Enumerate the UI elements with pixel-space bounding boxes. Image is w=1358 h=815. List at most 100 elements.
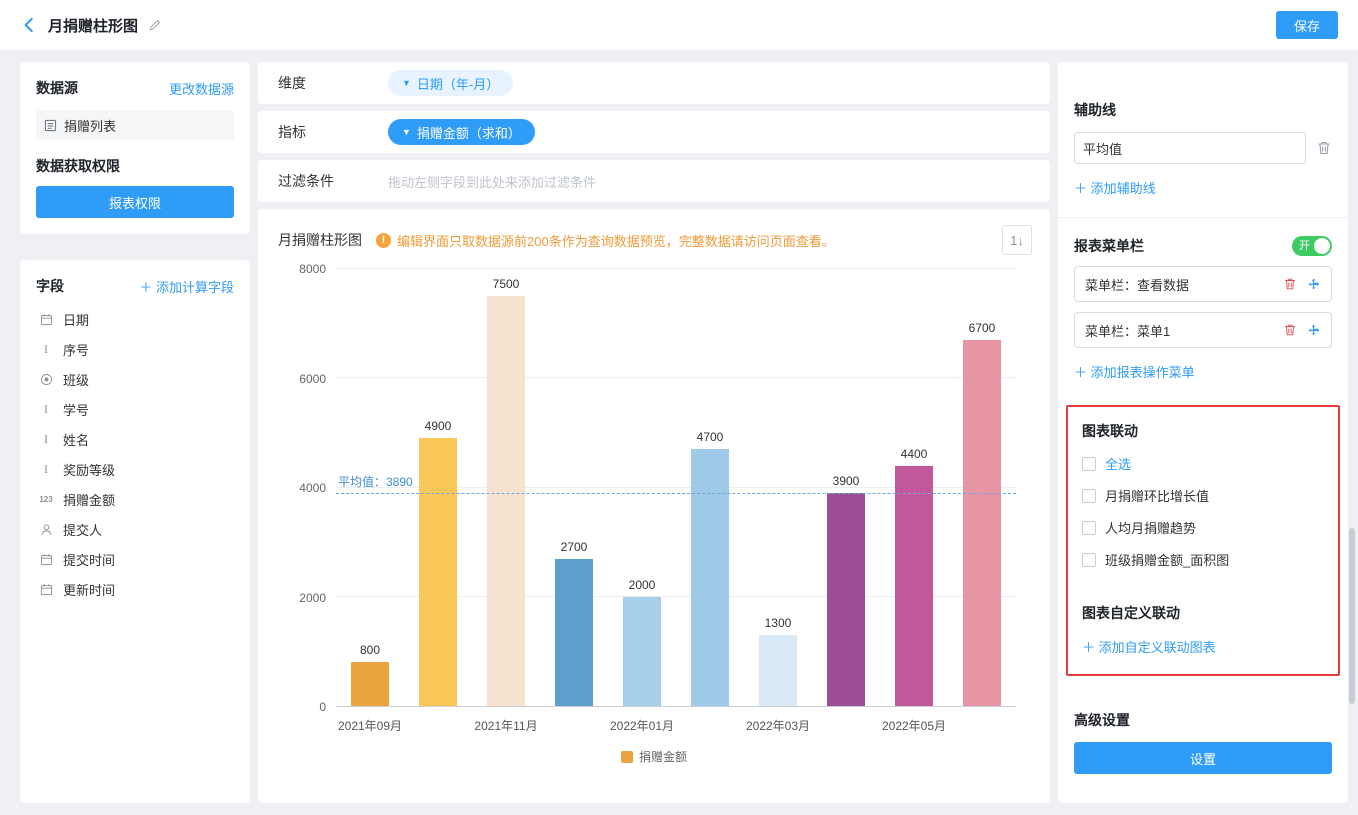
x-axis: 2021年09月2021年11月2022年01月2022年03月2022年05月 [336,717,1016,733]
linkage-option-人均月捐赠趋势[interactable]: 人均月捐赠趋势 [1082,518,1324,537]
filter-label: 过滤条件 [278,171,388,191]
bar-2022年04月[interactable] [827,493,865,706]
x-tick-label: 2021年11月 [451,717,561,734]
y-tick-label: 0 [319,700,326,714]
x-tick-label: 2022年03月 [723,717,833,734]
bar-2022年06月[interactable] [963,340,1001,706]
field-label: 奖励等级 [63,460,115,479]
bar-2022年02月[interactable] [691,449,729,706]
report-menu-toggle[interactable]: 开 [1292,236,1332,256]
field-label: 日期 [63,310,89,329]
header: 月捐赠柱形图 保存 [0,0,1358,50]
edit-title-icon[interactable] [148,18,162,32]
add-aux-line-link[interactable]: ＋ 添加辅助线 [1074,178,1332,197]
field-item-提交时间[interactable]: 提交时间 [36,544,234,574]
checkbox[interactable] [1082,521,1096,535]
field-label: 提交人 [63,520,102,539]
filter-row[interactable]: 过滤条件 拖动左侧字段到此处来添加过滤条件 [258,160,1050,202]
datasource-title: 数据源 [36,78,78,98]
field-label: 学号 [63,400,89,419]
change-datasource-link[interactable]: 更改数据源 [169,79,234,98]
metric-field-pill[interactable]: ▼ 捐赠金额（求和） [388,119,535,145]
dimension-field-pill[interactable]: ▼ 日期（年-月） [388,70,513,96]
bar-value-label: 2000 [610,578,674,592]
bar-2022年03月[interactable] [759,635,797,706]
bar-2022年05月[interactable] [895,466,933,706]
dimension-field-label: 日期（年-月） [417,74,499,93]
settings-button[interactable]: 设置 [1074,742,1332,774]
filter-dropzone-placeholder: 拖动左侧字段到此处来添加过滤条件 [388,172,596,191]
field-item-捐赠金额[interactable]: 123捐赠金额 [36,484,234,514]
checkbox[interactable] [1082,457,1096,471]
bar-2021年10月[interactable] [419,438,457,706]
field-item-学号[interactable]: I学号 [36,394,234,424]
legend-label: 捐赠金额 [639,748,687,765]
field-label: 捐赠金额 [63,490,115,509]
report-menu-item: 菜单栏：菜单1 [1074,312,1332,348]
metric-label: 指标 [278,122,388,142]
x-tick-label: 2022年01月 [587,717,697,734]
trash-icon[interactable] [1283,323,1297,337]
field-item-更新时间[interactable]: 更新时间 [36,574,234,604]
add-calc-field-link[interactable]: ＋ 添加计算字段 [139,277,234,296]
y-tick-label: 4000 [299,481,326,495]
chart-panel: 月捐赠柱形图 ! 编辑界面只取数据源前200条作为查询数据预览，完整数据请访问页… [258,209,1050,803]
toggle-on-label: 开 [1299,239,1310,253]
linkage-option-月捐赠环比增长值[interactable]: 月捐赠环比增长值 [1082,486,1324,505]
text-icon: I [38,432,54,447]
trash-icon[interactable] [1283,277,1297,291]
bar-value-label: 7500 [474,277,538,291]
scrollbar-thumb[interactable] [1349,528,1355,704]
add-report-menu-link[interactable]: ＋ 添加报表操作菜单 [1074,362,1332,381]
field-item-姓名[interactable]: I姓名 [36,424,234,454]
gridline [336,268,1016,269]
text-icon: I [38,462,54,477]
legend-item[interactable]: 捐赠金额 [621,748,687,765]
report-permission-button[interactable]: 报表权限 [36,186,234,218]
calendar-icon [38,313,54,326]
save-button[interactable]: 保存 [1276,11,1338,39]
report-menu-title: 报表菜单栏 [1074,236,1144,256]
bar-value-label: 4700 [678,430,742,444]
datasource-panel: 数据源 更改数据源 捐赠列表 数据获取权限 报表权限 [20,62,250,234]
person-icon [38,523,54,536]
move-icon[interactable] [1307,277,1321,291]
field-item-班级[interactable]: 班级 [36,364,234,394]
report-menu-item-label: 菜单栏：菜单1 [1085,321,1273,340]
left-sidebar: 数据源 更改数据源 捐赠列表 数据获取权限 报表权限 字段 ＋ 添加计算字段 日… [20,62,250,803]
bar-2021年11月[interactable] [487,296,525,706]
chart-linkage-list: 全选月捐赠环比增长值人均月捐赠趋势班级捐赠金额_面积图 [1082,454,1324,569]
field-item-奖励等级[interactable]: I 奖励等级 [36,454,234,484]
report-menu-item: 菜单栏：查看数据 [1074,266,1332,302]
field-list: 日期I序号班级I学号I姓名I奖励等级123捐赠金额提交人提交时间更新时间 [36,304,234,604]
warning-icon: ! [376,233,391,248]
delete-aux-line-icon[interactable] [1316,140,1332,156]
bar-2021年09月[interactable] [351,662,389,706]
bar-2021年12月[interactable] [555,559,593,706]
checkbox[interactable] [1082,489,1096,503]
move-icon[interactable] [1307,323,1321,337]
text-icon: I [38,342,54,357]
report-menu-list: 菜单栏：查看数据菜单栏：菜单1 [1074,266,1332,348]
bar-2022年01月[interactable] [623,597,661,706]
field-item-提交人[interactable]: 提交人 [36,514,234,544]
select-all-checkbox[interactable]: 全选 [1082,454,1324,473]
field-item-序号[interactable]: I序号 [36,334,234,364]
y-tick-label: 6000 [299,372,326,386]
linkage-option-班级捐赠金额_面积图[interactable]: 班级捐赠金额_面积图 [1082,550,1324,569]
preview-notice-text: 编辑界面只取数据源前200条作为查询数据预览，完整数据请访问页面查看。 [397,231,835,250]
checkbox[interactable] [1082,553,1096,567]
add-custom-linkage-link[interactable]: ＋ 添加自定义联动图表 [1082,637,1324,656]
main-area: 维度 ▼ 日期（年-月） 指标 ▼ 捐赠金额（求和） 过滤条件 拖动左侧字段到此… [258,62,1050,803]
checkbox-label: 全选 [1105,454,1131,473]
checkbox-label: 班级捐赠金额_面积图 [1105,550,1229,569]
custom-linkage-title: 图表自定义联动 [1082,603,1324,623]
bar-value-label: 2700 [542,540,606,554]
datasource-item[interactable]: 捐赠列表 [36,110,234,140]
back-button[interactable] [20,16,38,34]
field-item-日期[interactable]: 日期 [36,304,234,334]
x-tick-label: 2021年09月 [315,717,425,734]
aux-line-input[interactable] [1074,132,1306,164]
sort-button[interactable]: 1↓ [1002,225,1032,255]
data-permission-title: 数据获取权限 [36,156,234,176]
